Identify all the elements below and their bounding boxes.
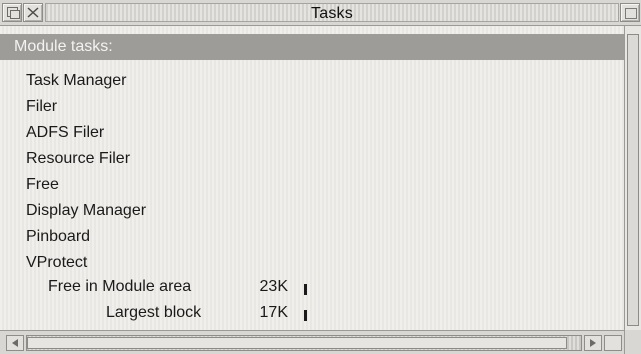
largest-block-value: 17K xyxy=(259,304,288,321)
task-item-pinboard[interactable]: Pinboard xyxy=(26,228,90,246)
module-tasks-heading: Module tasks: xyxy=(0,34,624,60)
horizontal-scroll-track[interactable] xyxy=(26,335,582,351)
vertical-scroll-thumb[interactable] xyxy=(627,34,639,326)
back-icon[interactable] xyxy=(2,3,22,22)
vertical-scrollbar[interactable] xyxy=(624,26,641,330)
horizontal-scrollbar[interactable] xyxy=(0,330,641,354)
task-item-task-manager[interactable]: Task Manager xyxy=(26,72,127,90)
free-module-area-bar[interactable] xyxy=(304,284,307,295)
largest-block-label: Largest block xyxy=(106,304,202,321)
task-item-resource-filer[interactable]: Resource Filer xyxy=(26,150,130,168)
resize-handle-icon[interactable] xyxy=(604,335,622,351)
window-title: Tasks xyxy=(311,5,353,22)
task-item-adfs-filer[interactable]: ADFS Filer xyxy=(26,124,104,142)
horizontal-scroll-thumb[interactable] xyxy=(27,337,567,349)
window-title-bar[interactable]: Tasks xyxy=(45,3,619,22)
task-item-filer[interactable]: Filer xyxy=(26,98,57,116)
title-bar[interactable]: Tasks xyxy=(0,0,641,26)
window-corner xyxy=(624,330,641,354)
scroll-right-arrow-icon[interactable] xyxy=(584,335,602,351)
tasks-content: Module tasks: Task Manager Filer ADFS Fi… xyxy=(0,26,624,330)
task-item-free[interactable]: Free xyxy=(26,176,59,194)
free-module-area-value: 23K xyxy=(259,278,288,295)
close-icon[interactable] xyxy=(23,3,43,22)
task-item-vprotect[interactable]: VProtect xyxy=(26,254,87,272)
free-module-area-label: Free in Module area xyxy=(48,278,192,295)
scroll-left-arrow-icon[interactable] xyxy=(6,335,24,351)
task-item-display-manager[interactable]: Display Manager xyxy=(26,202,146,220)
largest-block-bar[interactable] xyxy=(304,310,307,321)
toggle-size-icon[interactable] xyxy=(620,3,640,22)
